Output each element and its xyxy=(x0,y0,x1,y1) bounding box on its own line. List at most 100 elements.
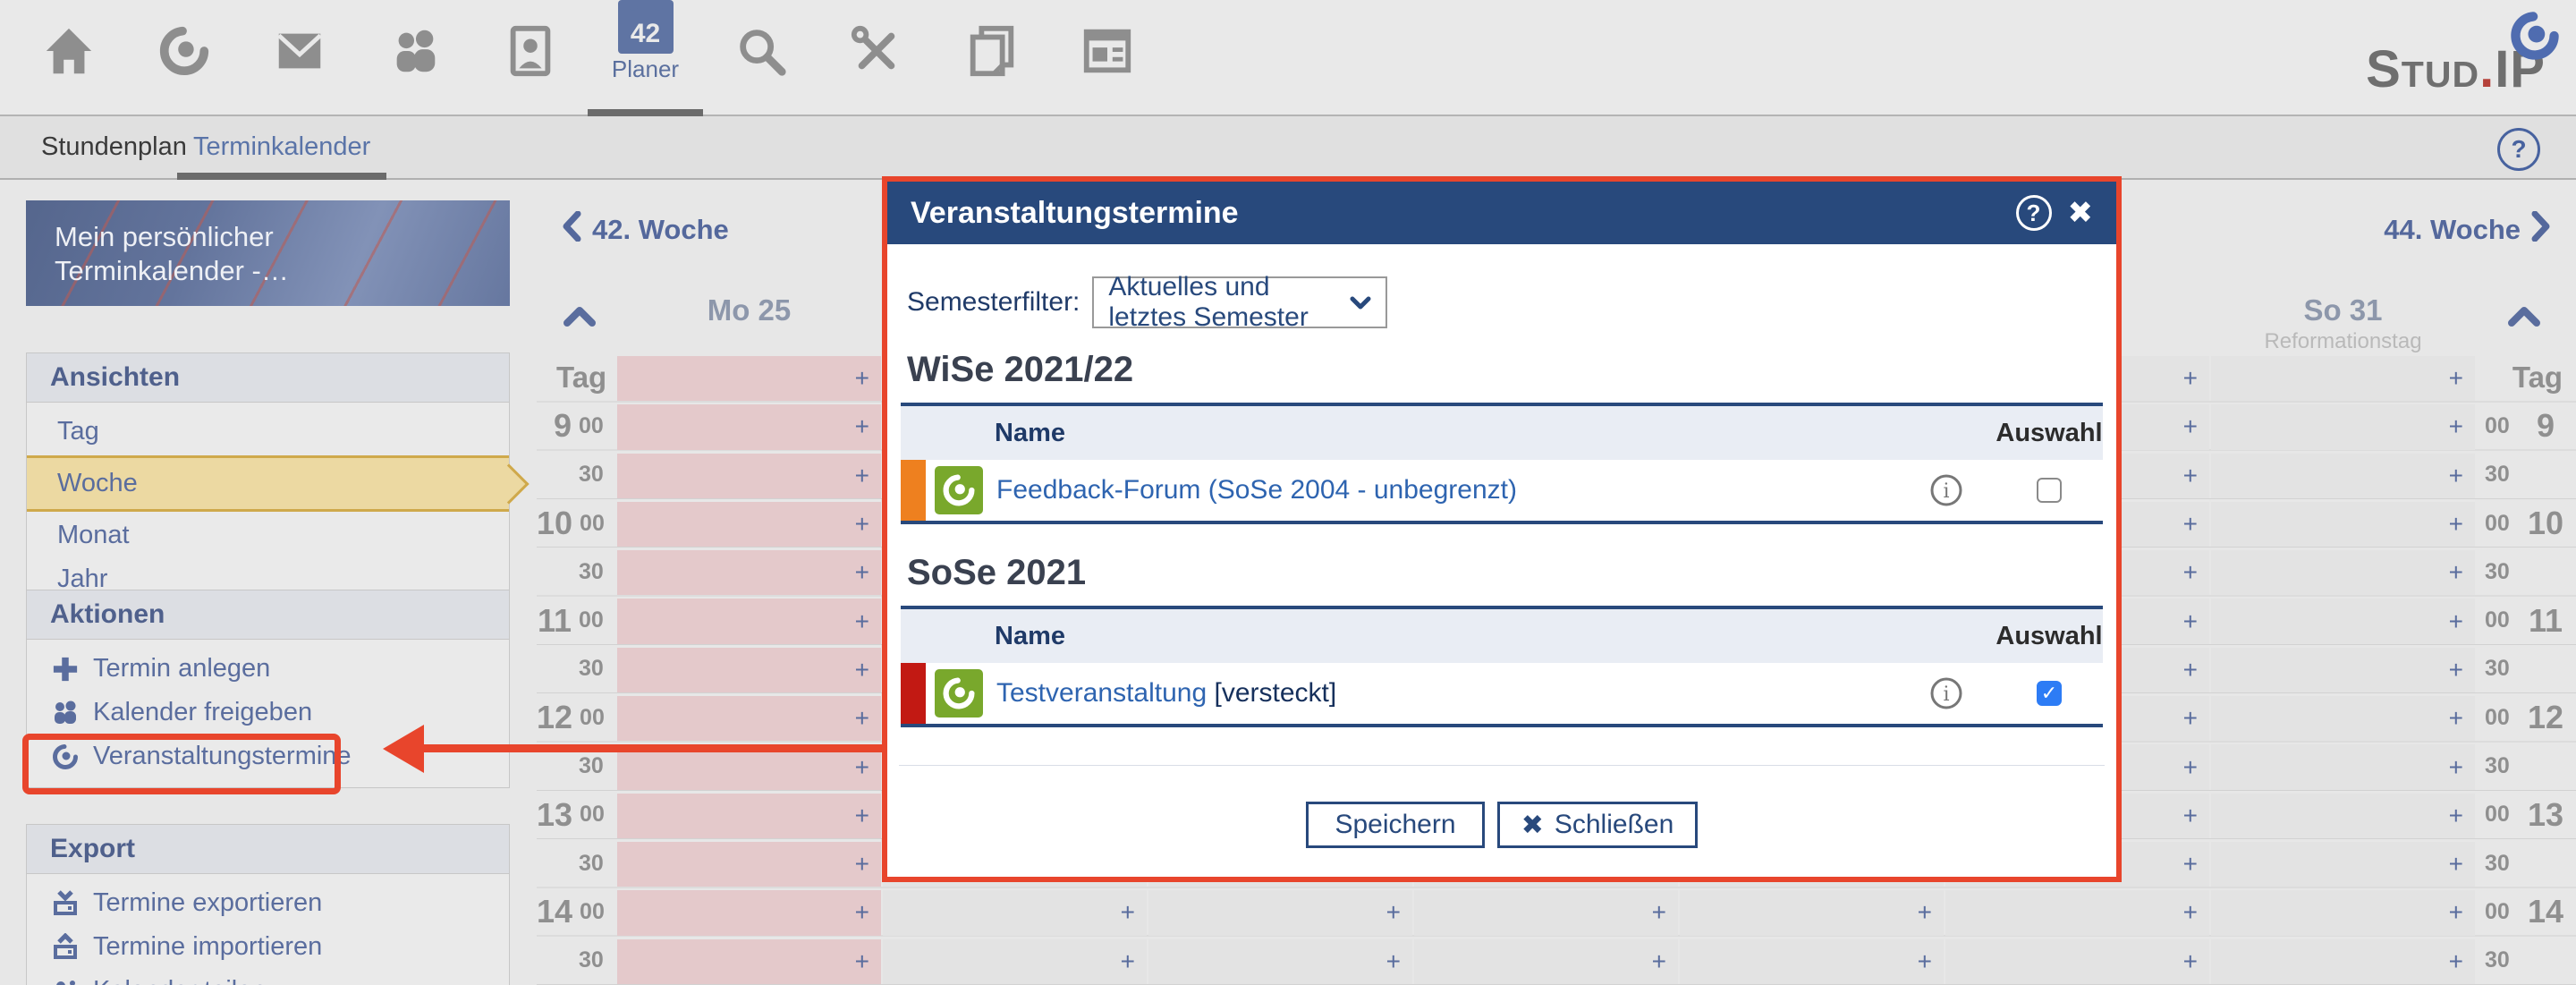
semester-filter-select[interactable]: Aktuelles und letztes Semester xyxy=(1092,276,1387,328)
calendar-cell-add[interactable]: + xyxy=(617,890,881,935)
calendar-cell-add[interactable]: + xyxy=(2211,939,2475,984)
calendar-cell-add[interactable]: + xyxy=(617,794,881,838)
calendar-cell-add[interactable]: + xyxy=(1414,939,1678,984)
day-header-so: So 31 Reformationstag xyxy=(2210,293,2476,354)
dialog-header: Veranstaltungstermine ? ✖ xyxy=(887,182,2116,244)
sidebar-item-termin-anlegen[interactable]: Termin anlegen xyxy=(27,647,509,691)
nav-search[interactable] xyxy=(703,0,818,115)
nav-community[interactable] xyxy=(357,0,472,115)
studip-logo: Stud.IP xyxy=(2366,39,2546,99)
info-icon[interactable]: i xyxy=(1897,473,1996,507)
calendar-cell-add[interactable]: + xyxy=(617,842,881,887)
time-gutter-right: 30 xyxy=(2476,548,2576,596)
dialog-close-icon[interactable]: ✖ xyxy=(2068,198,2094,228)
collapse-hours-icon-left[interactable] xyxy=(564,306,596,332)
spiral-icon xyxy=(157,0,212,83)
calendar-cell-add[interactable]: + xyxy=(617,648,881,692)
calendar-cell-add[interactable]: + xyxy=(2211,599,2475,643)
calendar-cell-add[interactable]: + xyxy=(1148,939,1412,984)
time-gutter-right: 30 xyxy=(2476,937,2576,985)
event-table: Name Auswahl Testveranstaltung [versteck… xyxy=(901,606,2103,727)
calendar-cell-add[interactable]: + xyxy=(2211,744,2475,789)
svg-text:i: i xyxy=(1943,480,1949,503)
home-icon xyxy=(41,0,97,83)
nav-messages[interactable] xyxy=(242,0,357,115)
sidebar-item-kalender-teilen[interactable]: Kalender teilen xyxy=(27,969,509,985)
search-icon xyxy=(733,0,789,83)
time-gutter-left: 1200 xyxy=(537,693,616,742)
nav-news[interactable] xyxy=(1049,0,1165,115)
calendar-cell-add[interactable]: + xyxy=(2211,794,2475,838)
calendar-cell-add[interactable]: + xyxy=(1680,890,1944,935)
calendar-cell-add[interactable]: + xyxy=(1945,890,2209,935)
course-icon xyxy=(935,466,983,514)
calendar-cell-add[interactable]: + xyxy=(617,939,881,984)
row-checkbox[interactable]: ✓ xyxy=(2037,478,2062,503)
nav-home[interactable] xyxy=(11,0,126,115)
calendar-cell-add[interactable]: + xyxy=(2211,356,2475,401)
address-card-icon xyxy=(503,0,558,83)
save-button[interactable]: Speichern xyxy=(1306,802,1485,848)
row-checkbox[interactable]: ✓ xyxy=(2037,681,2062,706)
top-navbar: 42 Planer xyxy=(0,0,2576,116)
calendar-cell-add[interactable]: + xyxy=(1414,890,1678,935)
time-gutter-left: 30 xyxy=(537,645,616,693)
table-row: Feedback-Forum (SoSe 2004 - unbegrenzt) … xyxy=(901,460,2103,521)
calendar-cell-add[interactable]: + xyxy=(2211,550,2475,595)
calendar-cell-add[interactable]: + xyxy=(883,890,1147,935)
svg-text:i: i xyxy=(1943,684,1949,706)
next-week-link[interactable]: 44. Woche xyxy=(2384,211,2551,249)
calendar-cell-add[interactable]: + xyxy=(617,550,881,595)
tab-stundenplan[interactable]: Stundenplan xyxy=(41,116,187,178)
course-link[interactable]: Testveranstaltung [versteckt] xyxy=(983,678,1897,709)
chevron-left-icon xyxy=(562,211,581,249)
calendar-cell-add[interactable]: + xyxy=(2211,454,2475,498)
calendar-cell-add[interactable]: + xyxy=(617,599,881,643)
calendar-cell-add[interactable]: + xyxy=(2211,502,2475,547)
sidebar-item-termine-importieren[interactable]: Termine importieren xyxy=(27,925,509,969)
sidebar-item-kalender-freigeben[interactable]: Kalender freigeben xyxy=(27,691,509,735)
sidebar-item-woche[interactable]: Woche xyxy=(27,455,509,512)
time-gutter-left: 30 xyxy=(537,937,616,985)
course-icon xyxy=(935,669,983,718)
help-icon[interactable]: ? xyxy=(2497,128,2540,171)
nav-bulletin[interactable] xyxy=(934,0,1049,115)
course-link[interactable]: Feedback-Forum (SoSe 2004 - unbegrenzt) xyxy=(983,475,1897,505)
close-button[interactable]: ✖ Schließen xyxy=(1497,802,1698,848)
nav-tools[interactable] xyxy=(818,0,934,115)
nav-courses[interactable] xyxy=(126,0,242,115)
calendar-cell-add[interactable]: + xyxy=(883,939,1147,984)
dialog-help-icon[interactable]: ? xyxy=(2016,195,2052,231)
pages-icon xyxy=(964,0,1020,83)
sidebar-banner: Mein persönlicherTerminkalender -… xyxy=(26,200,510,306)
sidebar-item-tag[interactable]: Tag xyxy=(27,410,509,454)
sidebar-item-monat[interactable]: Monat xyxy=(27,514,509,557)
sidebar-item-termine-exportieren[interactable]: Termine exportieren xyxy=(27,881,509,925)
studip-logo-swirl-icon xyxy=(2508,9,2562,67)
calendar-cell-add[interactable]: + xyxy=(1680,939,1944,984)
calendar-cell-add[interactable]: + xyxy=(2211,842,2475,887)
tab-terminkalender[interactable]: Terminkalender xyxy=(193,116,370,178)
prev-week-link[interactable]: 42. Woche xyxy=(562,211,729,249)
annotation-arrow-head xyxy=(383,725,424,773)
time-gutter-right: 0013 xyxy=(2476,791,2576,839)
calendar-cell-add[interactable]: + xyxy=(617,404,881,449)
calendar-cell-add[interactable]: + xyxy=(2211,648,2475,692)
calendar-cell-add[interactable]: + xyxy=(617,696,881,741)
nav-planner[interactable]: 42 Planer xyxy=(588,0,703,115)
calendar-cell-add[interactable]: + xyxy=(2211,696,2475,741)
calendar-cell-add[interactable]: + xyxy=(617,454,881,498)
calendar-cell-add[interactable]: + xyxy=(2211,890,2475,935)
people-icon xyxy=(50,699,80,727)
time-gutter-right: 30 xyxy=(2476,742,2576,790)
time-gutter-right: 0010 xyxy=(2476,499,2576,548)
calendar-cell-add[interactable]: + xyxy=(1148,890,1412,935)
calendar-cell-add[interactable]: + xyxy=(617,502,881,547)
calendar-cell-add[interactable]: + xyxy=(617,356,881,401)
calendar-cell-add[interactable]: + xyxy=(2211,404,2475,449)
collapse-hours-icon-right[interactable] xyxy=(2508,306,2540,332)
info-icon[interactable]: i xyxy=(1897,676,1996,710)
nav-profile[interactable] xyxy=(472,0,588,115)
calendar-cell-add[interactable]: + xyxy=(1945,939,2209,984)
table-header-row: Name Auswahl xyxy=(901,609,2103,663)
